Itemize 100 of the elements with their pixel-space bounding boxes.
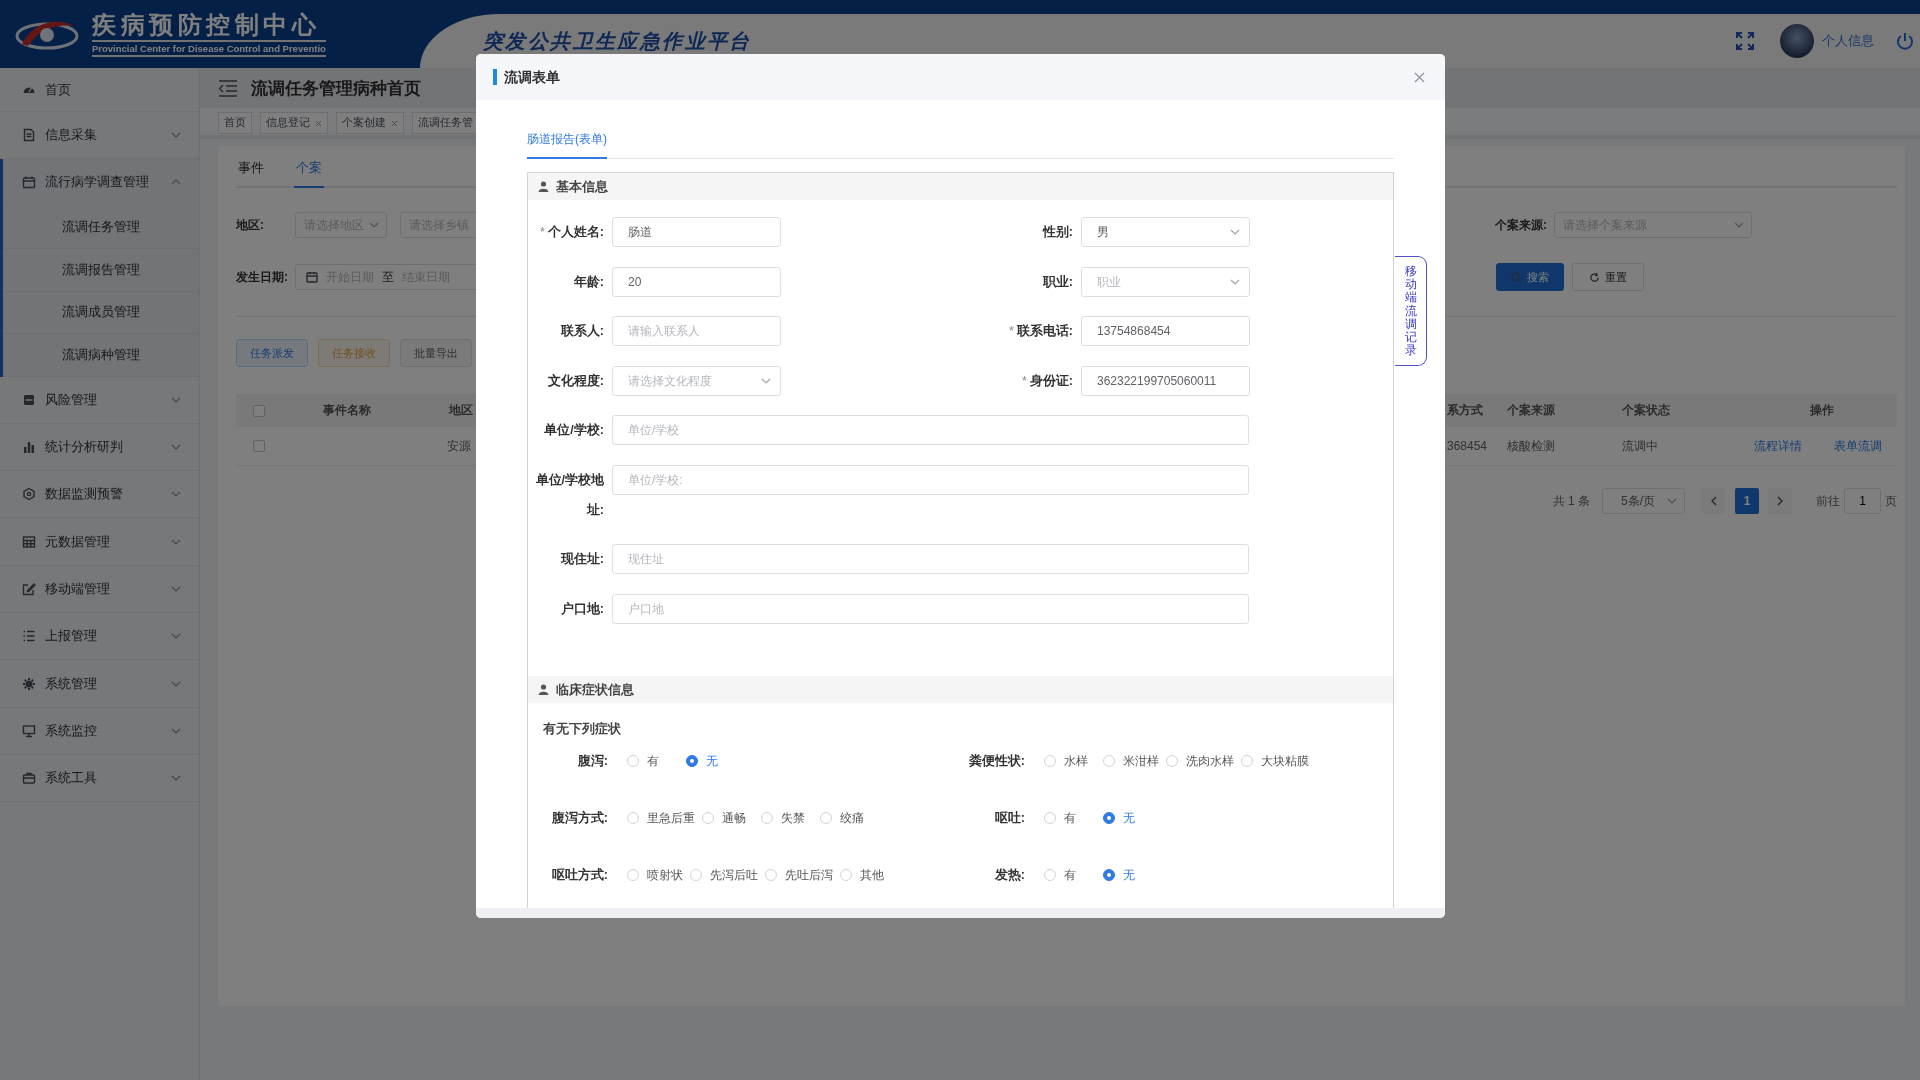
sidebar-item[interactable]: 移动端管理 <box>0 565 199 614</box>
text-field[interactable]: 肠道 <box>612 217 781 247</box>
search-button[interactable]: 重置 <box>1572 263 1644 291</box>
column-header: 操作 <box>1810 403 1834 417</box>
sidebar-item[interactable]: 上报管理 <box>0 613 199 661</box>
radio-option[interactable]: 无 <box>686 752 738 770</box>
radio-option[interactable]: 绞痛 <box>820 809 872 827</box>
page-tag[interactable]: 信息登记 <box>260 112 328 134</box>
text-field[interactable]: 362322199705060011 <box>1081 365 1250 396</box>
select-field[interactable]: 职业 <box>1081 266 1250 297</box>
radio-option[interactable]: 有 <box>627 752 679 770</box>
submenu-item[interactable]: 流调报告管理 <box>3 249 199 292</box>
page-input[interactable]: 1 <box>1844 488 1881 514</box>
action-button[interactable]: 批量导出 <box>400 339 472 367</box>
radio-option[interactable]: 通畅 <box>702 809 754 827</box>
sidebar-item[interactable]: 系统工具 <box>0 754 199 803</box>
page-tag[interactable]: 个案创建 <box>336 112 404 134</box>
radio-option[interactable]: 先泻后吐 <box>690 866 758 884</box>
column-header: 个案来源 <box>1507 403 1555 417</box>
close-icon[interactable] <box>391 119 398 127</box>
checkbox[interactable] <box>253 404 265 417</box>
radio-option[interactable]: 里急后重 <box>627 809 695 827</box>
field-label: 发热: <box>993 866 1025 884</box>
select-field[interactable]: 请选择文化程度 <box>612 365 781 396</box>
text-field[interactable]: 请输入联系人 <box>612 316 781 346</box>
search-button[interactable]: 搜索 <box>1496 263 1564 291</box>
close-icon[interactable] <box>1414 71 1425 83</box>
tab[interactable]: 个案 <box>294 159 324 188</box>
field-label: 联系人: <box>559 323 605 340</box>
user-icon <box>538 181 549 192</box>
subsection-title: 有无下列症状 <box>543 721 622 737</box>
field-label: 文化程度: <box>546 372 605 390</box>
radio-option[interactable]: 洗肉水样 <box>1166 752 1234 770</box>
radio-button[interactable] <box>686 755 698 767</box>
radio-option[interactable]: 其他 <box>840 866 892 884</box>
radio-button[interactable] <box>1103 869 1115 881</box>
power-icon[interactable] <box>1896 32 1914 50</box>
sidebar-item[interactable]: 系统管理 <box>0 660 199 708</box>
submenu-item[interactable]: 流调成员管理 <box>3 291 199 335</box>
page-button[interactable]: 1 <box>1735 488 1759 514</box>
user-icon <box>538 684 549 695</box>
fullscreen-icon[interactable] <box>1736 32 1754 50</box>
text-field[interactable]: 单位/学校: <box>612 464 1249 495</box>
radio-option[interactable]: 有 <box>1044 866 1096 884</box>
sidebar-item[interactable]: 流行病学调查管理 <box>3 159 199 207</box>
radio-option[interactable]: 米泔样 <box>1103 752 1159 770</box>
radio-option[interactable]: 有 <box>1044 809 1096 827</box>
form-tab[interactable]: 肠道报告(表单) <box>527 125 607 159</box>
radio-option[interactable]: 水样 <box>1044 752 1096 770</box>
table-link[interactable]: 表单流调 <box>1834 437 1882 455</box>
page-size-select[interactable]: 5条/页 <box>1602 488 1685 514</box>
text-field[interactable]: 现住址 <box>612 544 1249 574</box>
sidebar-item[interactable]: 元数据管理 <box>0 518 199 566</box>
page-tag[interactable]: 流调任务管 <box>412 112 479 134</box>
checkbox[interactable] <box>253 440 265 452</box>
submenu-item[interactable]: 流调病种管理 <box>3 334 199 377</box>
sidebar-item[interactable]: 系统监控 <box>0 707 199 755</box>
column-header: 个案状态 <box>1622 403 1670 417</box>
page-suffix: 页 <box>1885 492 1897 510</box>
sidebar-item[interactable]: 首页 <box>0 68 199 112</box>
radio-option[interactable]: 无 <box>1103 866 1155 884</box>
chevron-left-icon <box>1710 496 1718 506</box>
text-field[interactable]: 13754868454 <box>1081 316 1250 346</box>
document-icon <box>22 128 36 143</box>
card-icon <box>22 392 36 407</box>
side-tab[interactable]: 移动端流调记录 <box>1395 256 1427 367</box>
caret-icon <box>369 221 379 229</box>
table-cell: 核酸检测 <box>1507 438 1555 453</box>
caret-icon <box>1230 228 1240 236</box>
sidebar-item[interactable]: 数据监测预警 <box>0 471 199 519</box>
radio-button[interactable] <box>1103 812 1115 824</box>
select-field[interactable]: 男 <box>1081 217 1250 247</box>
next-page-button[interactable] <box>1768 488 1792 514</box>
radio-option[interactable]: 喷射状 <box>627 866 683 884</box>
radio-option[interactable]: 先吐后泻 <box>765 866 833 884</box>
org-name-english: Provincial Center for Disease Control and Preventio <box>92 40 326 57</box>
radio-option[interactable]: 无 <box>1103 809 1155 827</box>
column-header: 事件名称 <box>323 403 371 417</box>
tab[interactable]: 事件 <box>236 159 266 188</box>
table-cell: 流调中 <box>1622 438 1658 453</box>
radio-option[interactable]: 失禁 <box>761 809 813 827</box>
column-header: 地区 <box>449 403 473 417</box>
platform-title: 突发公共卫生应急作业平台 <box>483 28 752 54</box>
text-field[interactable]: 单位/学校 <box>612 415 1249 445</box>
radio-option[interactable]: 大块粘膜 <box>1241 752 1309 770</box>
page-tag[interactable]: 首页 <box>218 112 252 134</box>
text-field[interactable]: 户口地 <box>612 593 1249 624</box>
submenu-item[interactable]: 流调任务管理 <box>3 206 199 250</box>
field-label: 地区: <box>236 216 265 234</box>
action-button[interactable]: 任务派发 <box>236 339 308 367</box>
calendar-icon <box>306 271 318 283</box>
previous-page-button[interactable] <box>1702 488 1726 514</box>
table-link[interactable]: 流程详情 <box>1754 437 1802 455</box>
text-field[interactable]: 20 <box>612 266 781 297</box>
section-title: 基本信息 <box>556 177 608 196</box>
avatar[interactable] <box>1780 24 1814 58</box>
close-icon[interactable] <box>315 119 322 127</box>
sidebar-item[interactable]: 统计分析研判 <box>0 423 199 472</box>
user-info-link[interactable]: 个人信息 <box>1822 32 1874 50</box>
field-label: 户口地: <box>559 600 605 618</box>
